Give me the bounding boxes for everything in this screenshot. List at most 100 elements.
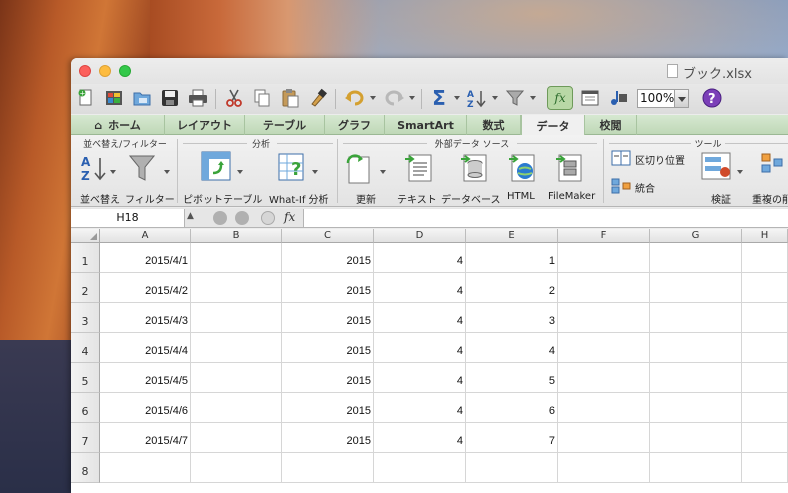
tab-chart[interactable]: グラフ — [325, 115, 385, 135]
cell-h4[interactable] — [742, 333, 788, 363]
formula-input[interactable] — [303, 209, 788, 227]
cell-d1[interactable]: 4 — [374, 243, 466, 273]
cell-c7[interactable]: 2015 — [282, 423, 374, 453]
cell-g1[interactable] — [650, 243, 742, 273]
refresh-button-label[interactable]: 更新 — [356, 191, 376, 206]
column-header-a[interactable]: A — [100, 229, 191, 243]
text-to-columns-label[interactable]: 区切り位置 — [635, 152, 685, 167]
cell-c8[interactable] — [282, 453, 374, 483]
validate-button-label[interactable]: 検証 — [711, 191, 731, 206]
remove-duplicates-label[interactable]: 重複の削 — [752, 191, 788, 206]
open-icon[interactable] — [103, 87, 125, 109]
help-icon[interactable]: ? — [701, 87, 723, 109]
formula-toggle-icon[interactable] — [261, 211, 275, 225]
cell-h7[interactable] — [742, 423, 788, 453]
cell-b7[interactable] — [191, 423, 282, 453]
cell-g6[interactable] — [650, 393, 742, 423]
format-painter-icon[interactable] — [307, 87, 329, 109]
cell-e7[interactable]: 7 — [466, 423, 558, 453]
cell-c6[interactable]: 2015 — [282, 393, 374, 423]
sort-az-icon[interactable]: AZ — [80, 153, 108, 187]
cell-a2[interactable]: 2015/4/2 — [100, 273, 191, 303]
cell-h2[interactable] — [742, 273, 788, 303]
cell-d4[interactable]: 4 — [374, 333, 466, 363]
name-box[interactable]: H18 — [71, 209, 185, 227]
sort-dropdown[interactable] — [110, 170, 116, 174]
tab-layout[interactable]: レイアウト — [165, 115, 245, 135]
cell-h8[interactable] — [742, 453, 788, 483]
column-header-e[interactable]: E — [466, 229, 558, 243]
cell-d3[interactable]: 4 — [374, 303, 466, 333]
cell-a8[interactable] — [100, 453, 191, 483]
save-icon[interactable] — [159, 87, 181, 109]
cell-e5[interactable]: 5 — [466, 363, 558, 393]
row-header[interactable]: 4 — [71, 333, 100, 363]
cell-f8[interactable] — [558, 453, 650, 483]
cell-a3[interactable]: 2015/4/3 — [100, 303, 191, 333]
cell-f4[interactable] — [558, 333, 650, 363]
tab-formulas[interactable]: 数式 — [467, 115, 521, 135]
media-browser-icon[interactable] — [607, 87, 629, 109]
validate-dropdown[interactable] — [737, 170, 743, 174]
column-header-f[interactable]: F — [558, 229, 650, 243]
row-header[interactable]: 8 — [71, 453, 100, 483]
cell-b1[interactable] — [191, 243, 282, 273]
remove-duplicates-icon[interactable] — [761, 151, 788, 185]
filter-button-label[interactable]: フィルター — [125, 191, 175, 206]
zoom-window-button[interactable] — [119, 65, 131, 77]
sort-dropdown[interactable] — [492, 96, 498, 100]
cell-d7[interactable]: 4 — [374, 423, 466, 453]
cancel-formula-icon[interactable] — [213, 211, 227, 225]
cell-h6[interactable] — [742, 393, 788, 423]
cell-f6[interactable] — [558, 393, 650, 423]
tab-table[interactable]: テーブル — [245, 115, 325, 135]
row-header[interactable]: 6 — [71, 393, 100, 423]
html-button-label[interactable]: HTML — [507, 191, 535, 202]
import-text-icon[interactable] — [404, 151, 434, 187]
new-document-icon[interactable]: + — [75, 87, 97, 109]
insert-function-icon[interactable]: fx — [284, 210, 295, 224]
cell-f2[interactable] — [558, 273, 650, 303]
cell-c1[interactable]: 2015 — [282, 243, 374, 273]
cell-f7[interactable] — [558, 423, 650, 453]
minimize-window-button[interactable] — [99, 65, 111, 77]
close-window-button[interactable] — [79, 65, 91, 77]
cut-icon[interactable] — [223, 87, 245, 109]
cell-c2[interactable]: 2015 — [282, 273, 374, 303]
cell-c3[interactable]: 2015 — [282, 303, 374, 333]
filter-funnel-icon[interactable] — [128, 153, 156, 187]
cell-g7[interactable] — [650, 423, 742, 453]
column-header-c[interactable]: C — [282, 229, 374, 243]
name-box-stepper-icon[interactable]: ▲ — [187, 211, 194, 221]
import-filemaker-icon[interactable] — [555, 151, 585, 187]
cell-d8[interactable] — [374, 453, 466, 483]
filemaker-button-label[interactable]: FileMaker — [548, 191, 595, 202]
cell-e2[interactable]: 2 — [466, 273, 558, 303]
cell-e3[interactable]: 3 — [466, 303, 558, 333]
cell-f1[interactable] — [558, 243, 650, 273]
refresh-dropdown[interactable] — [380, 170, 386, 174]
formula-builder-icon[interactable]: fx — [547, 86, 573, 110]
what-if-dropdown[interactable] — [312, 170, 318, 174]
pivot-dropdown[interactable] — [237, 170, 243, 174]
select-all-corner[interactable] — [71, 229, 100, 243]
tab-smartart[interactable]: SmartArt — [385, 115, 467, 135]
cell-e1[interactable]: 1 — [466, 243, 558, 273]
cell-b2[interactable] — [191, 273, 282, 303]
cell-h5[interactable] — [742, 363, 788, 393]
cell-a5[interactable]: 2015/4/5 — [100, 363, 191, 393]
cell-b4[interactable] — [191, 333, 282, 363]
cell-e6[interactable]: 6 — [466, 393, 558, 423]
cell-d2[interactable]: 4 — [374, 273, 466, 303]
confirm-formula-icon[interactable] — [235, 211, 249, 225]
sort-icon[interactable]: AZ — [466, 87, 488, 109]
filter-dropdown[interactable] — [164, 170, 170, 174]
pivot-table-icon[interactable] — [201, 151, 231, 187]
cell-f5[interactable] — [558, 363, 650, 393]
cell-g8[interactable] — [650, 453, 742, 483]
sort-button-label[interactable]: 並べ替え — [80, 191, 120, 206]
data-validation-icon[interactable] — [701, 151, 733, 185]
cell-b8[interactable] — [191, 453, 282, 483]
print-icon[interactable] — [187, 87, 209, 109]
cell-h1[interactable] — [742, 243, 788, 273]
